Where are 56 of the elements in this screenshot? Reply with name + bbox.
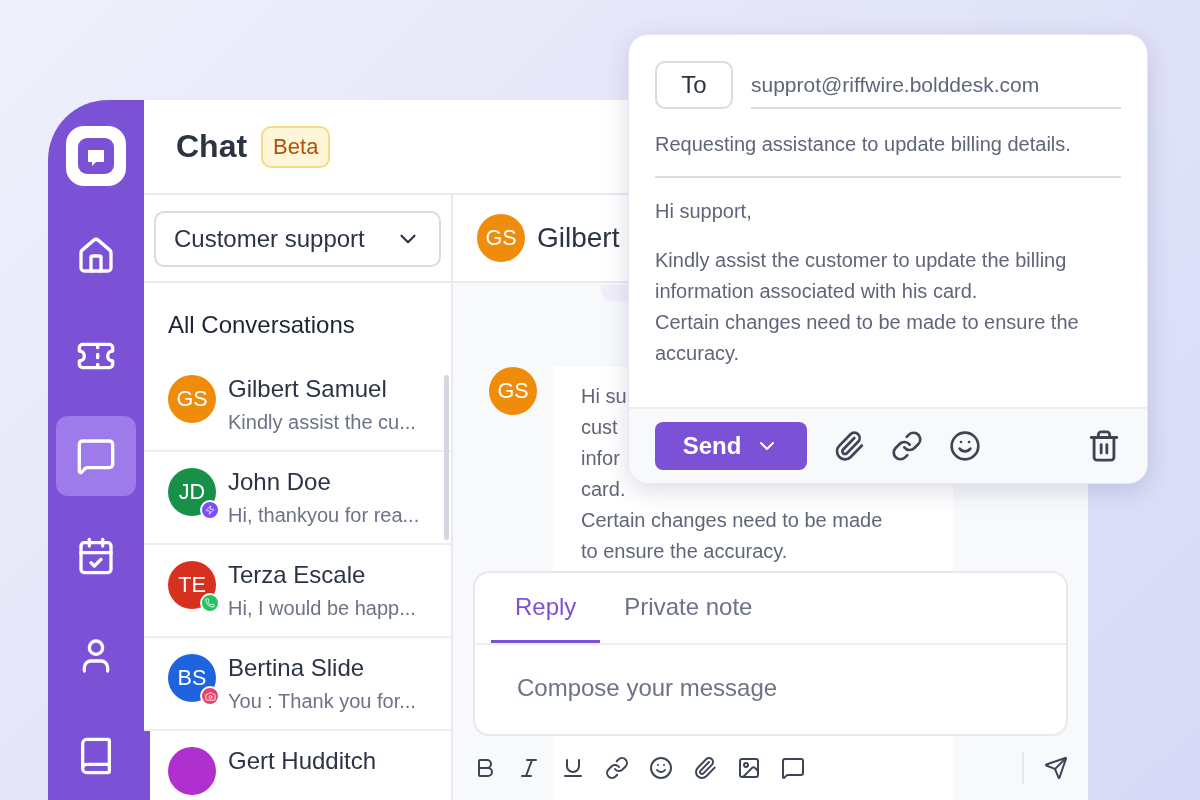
- calendar-check-icon: [76, 536, 116, 576]
- message-preview: Hi, I would be happ...: [228, 597, 416, 620]
- avatar: GS: [168, 375, 216, 423]
- camera-badge-icon: [200, 686, 220, 706]
- speech-bubble-icon[interactable]: [781, 755, 805, 780]
- email-paragraph: Kindly assist the customer to update the billing information associated with his card. Certain changes need to be made to ensure the accuracy.: [655, 248, 1080, 366]
- beta-badge: Beta: [261, 125, 331, 168]
- avatar: TE: [168, 561, 216, 609]
- paperclip-icon[interactable]: [833, 430, 865, 462]
- email-paragraph: Hi support,: [655, 199, 753, 224]
- scrollbar[interactable]: [444, 375, 449, 540]
- emoji-icon[interactable]: [649, 755, 673, 780]
- avatar: BS: [168, 654, 216, 702]
- avatar: JD: [168, 468, 216, 516]
- recipient-field[interactable]: supprot@riffwire.bolddesk.com: [751, 61, 1121, 109]
- subject-field[interactable]: Requesting assistance to update billing details.: [655, 109, 1121, 178]
- chat-icon: [76, 436, 116, 476]
- paperclip-icon[interactable]: [693, 755, 717, 780]
- contact-name: Terza Escale: [228, 561, 367, 589]
- conversation-item[interactable]: Gert Hudditch: [144, 731, 451, 800]
- link-icon[interactable]: [605, 755, 629, 780]
- compose-tab[interactable]: Reply: [491, 573, 601, 643]
- contact-name: John Doe: [228, 468, 332, 496]
- message-line: infor: [581, 446, 620, 471]
- message-preview: Kindly assist the cu...: [228, 411, 416, 434]
- home-icon: [76, 236, 116, 276]
- message-line: to ensure the accuracy.: [581, 539, 788, 564]
- image-icon[interactable]: [737, 755, 761, 780]
- contact-name: Gilbert: [537, 222, 620, 254]
- message-preview: Hi, thankyou for rea...: [228, 504, 420, 527]
- avatar: GS: [489, 367, 537, 415]
- nav-item[interactable]: [56, 416, 136, 496]
- compose-tab[interactable]: Private note: [600, 573, 777, 643]
- message-line: Certain changes need to be made: [581, 508, 883, 533]
- message-preview: You : Thank you for...: [228, 690, 416, 713]
- to-button[interactable]: To: [655, 61, 733, 109]
- send-button[interactable]: Send: [655, 422, 807, 470]
- contact-name: Gilbert Samuel: [228, 375, 388, 403]
- trash-icon[interactable]: [1087, 429, 1121, 463]
- send-icon[interactable]: [1044, 755, 1068, 780]
- logo-icon: [66, 126, 126, 186]
- bolt-badge-icon: [200, 500, 220, 520]
- list-title: All Conversations: [167, 310, 356, 340]
- page-title: Chat: [176, 128, 248, 165]
- phone-badge-icon: [200, 593, 220, 613]
- emoji-icon[interactable]: [949, 430, 981, 462]
- message-line: Hi su: [581, 384, 627, 409]
- message-line: card.: [581, 477, 626, 502]
- inbox-dropdown[interactable]: Customer support: [154, 211, 441, 267]
- conversation-item[interactable]: TE Terza Escale Hi, I would be happ...: [144, 545, 451, 638]
- contact-name: Bertina Slide: [228, 654, 366, 682]
- conversation-item[interactable]: BS Bertina Slide You : Thank you for...: [144, 638, 451, 731]
- message-line: cust: [581, 415, 618, 440]
- link-icon[interactable]: [891, 430, 923, 462]
- contact-name: Gert Hudditch: [228, 747, 377, 775]
- avatar: GS: [477, 214, 525, 262]
